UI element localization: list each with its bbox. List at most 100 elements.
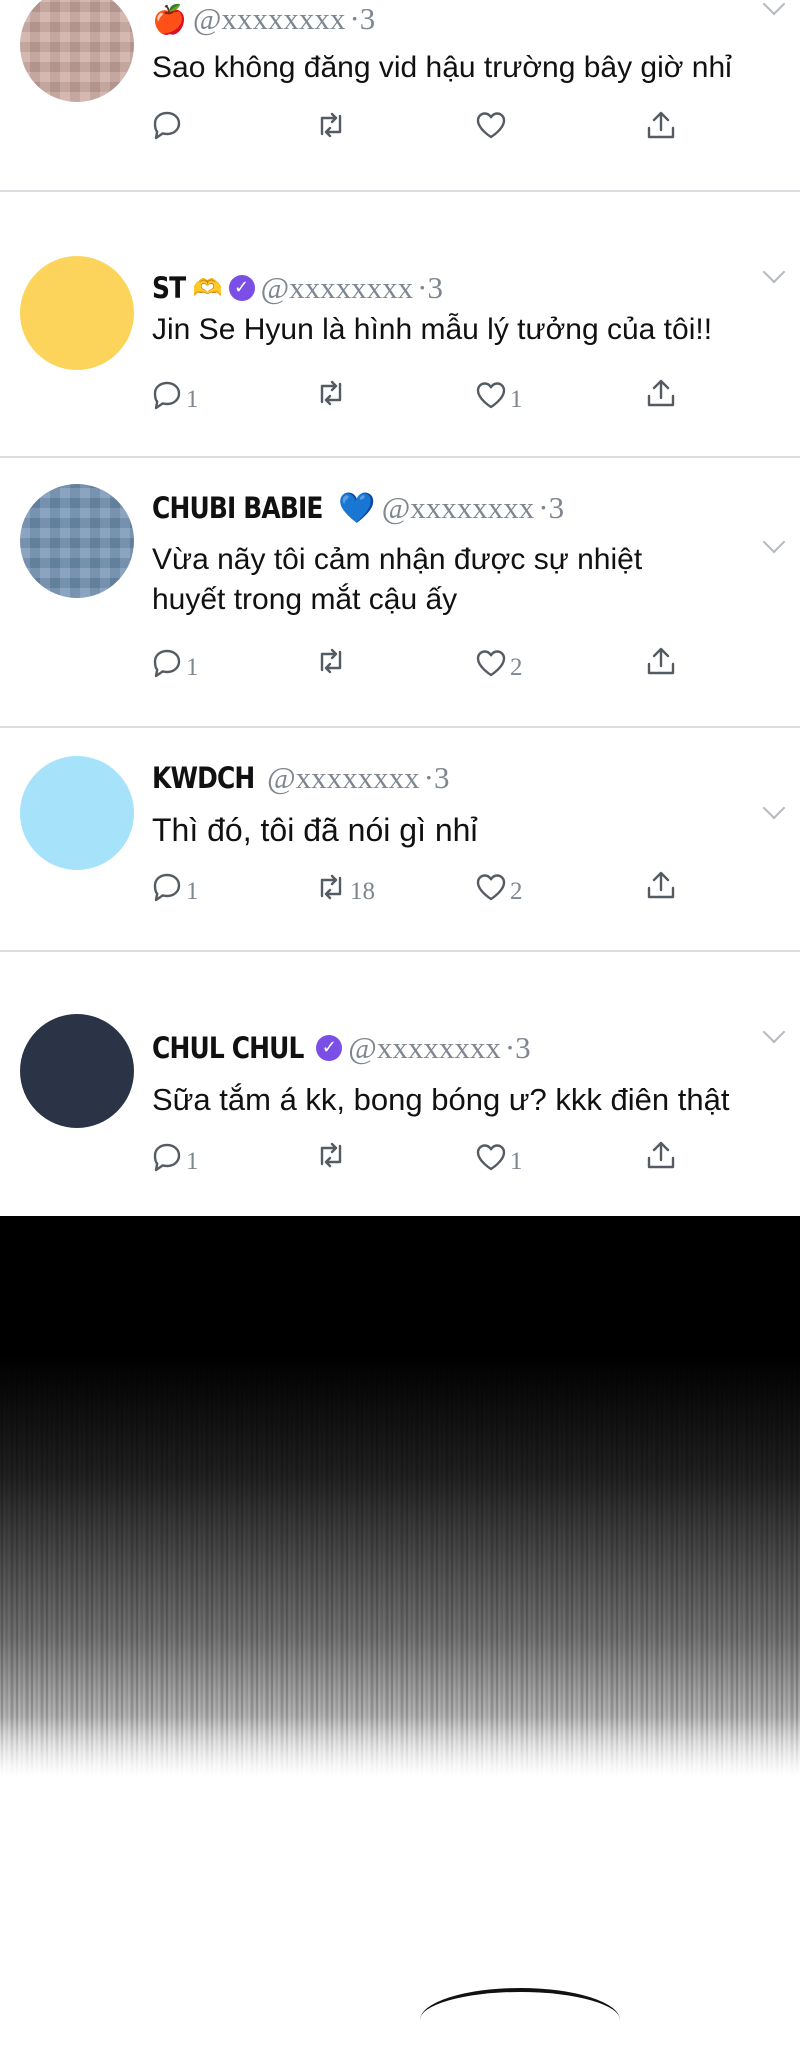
retweet-button[interactable] [314,1138,350,1172]
reply-icon [153,1143,181,1172]
share-button[interactable] [644,108,678,142]
timestamp: ·3 [349,1,376,36]
share-button[interactable] [644,1138,678,1172]
timestamp: ·3 [504,1030,531,1065]
retweet-count: 18 [350,878,375,905]
avatar[interactable] [20,256,134,370]
like-count: 1 [510,386,523,413]
tweet-header: ST 🫶 ✓ @xxxxxxxx ·3 [152,268,443,308]
tweet-text-line: Vừa nãy tôi cảm nhận được sự nhiệt [152,543,643,576]
tweet[interactable]: CHUBI BABIE 💙 @xxxxxxxx ·3 Vừa nãy tôi c… [0,458,800,728]
retweet-button[interactable] [314,376,350,410]
user-handle[interactable]: @xxxxxxxx [267,760,420,796]
display-name[interactable]: ST [152,271,186,305]
like-button[interactable]: 2 [474,868,523,906]
chevron-down-icon[interactable] [762,1020,786,1044]
heart-icon [476,650,506,677]
reply-button[interactable]: 1 [150,644,199,682]
reply-count: 1 [186,878,199,905]
like-count: 2 [510,878,523,905]
avatar[interactable] [20,0,134,102]
like-count: 2 [510,654,523,681]
avatar[interactable] [20,484,134,598]
reply-icon [153,873,181,902]
reply-button[interactable]: 1 [150,1138,199,1176]
tweet[interactable]: 🍎 @xxxxxxxx ·3 Sao không đăng vid hậu tr… [0,0,800,192]
verified-badge-icon: ✓ [316,1035,343,1061]
retweet-button[interactable] [314,644,350,678]
blue-heart-emoji: 💙 [338,491,376,525]
white-fade [0,1716,800,2000]
user-handle[interactable]: @xxxxxxxx [348,1030,501,1066]
like-button[interactable] [474,108,510,142]
tweet-text: Jin Se Hyun là hình mẫu lý tưởng của tôi… [152,313,713,346]
reply-icon [153,381,181,410]
avatar[interactable] [20,1014,134,1128]
tweet-actions [150,108,710,148]
apple-emoji: 🍎 [152,3,187,35]
tweet-text: Vừa nãy tôi cảm nhận được sự nhiệt huyết… [152,540,782,620]
like-button[interactable]: 2 [474,644,523,682]
tweet-text-line: huyết trong mắt cậu ấy [152,583,458,616]
tweet-text: Sữa tắm á kk, bong bóng ư? kkk điên thật [152,1082,730,1117]
avatar[interactable] [20,756,134,870]
tweet-text: Thì đó, tôi đã nói gì nhỉ [152,812,478,848]
share-icon [647,1141,675,1169]
user-handle[interactable]: @xxxxxxxx [382,490,535,526]
reply-count: 1 [186,654,199,681]
tweet[interactable]: CHUL CHUL ✓ @xxxxxxxx ·3 Sữa tắm á kk, b… [0,952,800,1216]
hands-emoji: 🫶 [192,274,223,302]
retweet-button[interactable] [314,108,350,142]
tweet-actions: 1 1 [150,376,710,416]
retweet-button[interactable]: 18 [314,868,375,906]
curved-line [420,1988,620,2052]
verified-badge-icon: ✓ [228,275,255,301]
display-name[interactable]: CHUL CHUL [152,1031,304,1065]
user-handle[interactable]: @xxxxxxxx [193,1,346,37]
user-handle[interactable]: @xxxxxxxx [261,270,414,306]
chevron-down-icon[interactable] [762,260,786,284]
tweet[interactable]: ST 🫶 ✓ @xxxxxxxx ·3 Jin Se Hyun là hình … [0,192,800,458]
tweet-actions: 1 18 2 [150,868,710,908]
retweet-icon [320,112,342,138]
reply-button[interactable] [150,108,186,142]
share-icon [647,111,675,139]
heart-icon [476,874,506,901]
share-button[interactable] [644,868,678,902]
like-count: 1 [510,1148,523,1175]
share-icon [647,647,675,675]
reply-icon [153,111,181,140]
share-icon [647,871,675,899]
retweet-icon [320,648,342,674]
timestamp: ·3 [423,760,450,795]
tweet-actions: 1 2 [150,644,710,684]
retweet-icon [320,874,342,900]
tweet-header: KWDCH @xxxxxxxx ·3 [152,758,449,798]
tweet-text: Sao không đăng vid hậu trường bây giờ nh… [152,51,732,84]
chevron-down-icon[interactable] [762,0,786,16]
reply-count: 1 [186,1148,199,1175]
tweet[interactable]: KWDCH @xxxxxxxx ·3 Thì đó, tôi đã nói gì… [0,728,800,952]
like-button[interactable]: 1 [474,376,523,414]
retweet-icon [320,380,342,406]
tweet-header: CHUBI BABIE 💙 @xxxxxxxx ·3 [152,488,564,528]
heart-icon [476,382,506,409]
share-button[interactable] [644,644,678,678]
reply-icon [153,649,181,678]
retweet-icon [320,1142,342,1168]
reply-button[interactable]: 1 [150,868,199,906]
display-name[interactable]: KWDCH [152,761,255,795]
heart-icon [476,112,506,139]
tweet-header: 🍎 @xxxxxxxx ·3 [152,0,375,38]
timestamp: ·3 [538,490,565,525]
reply-count: 1 [186,386,199,413]
reply-button[interactable]: 1 [150,376,199,414]
tweet-actions: 1 1 [150,1138,710,1178]
heart-icon [476,1144,506,1171]
display-name[interactable]: CHUBI BABIE [152,491,323,525]
share-icon [647,379,675,407]
tweet-header: CHUL CHUL ✓ @xxxxxxxx ·3 [152,1028,531,1068]
timestamp: ·3 [417,270,443,305]
share-button[interactable] [644,376,678,410]
like-button[interactable]: 1 [474,1138,523,1176]
